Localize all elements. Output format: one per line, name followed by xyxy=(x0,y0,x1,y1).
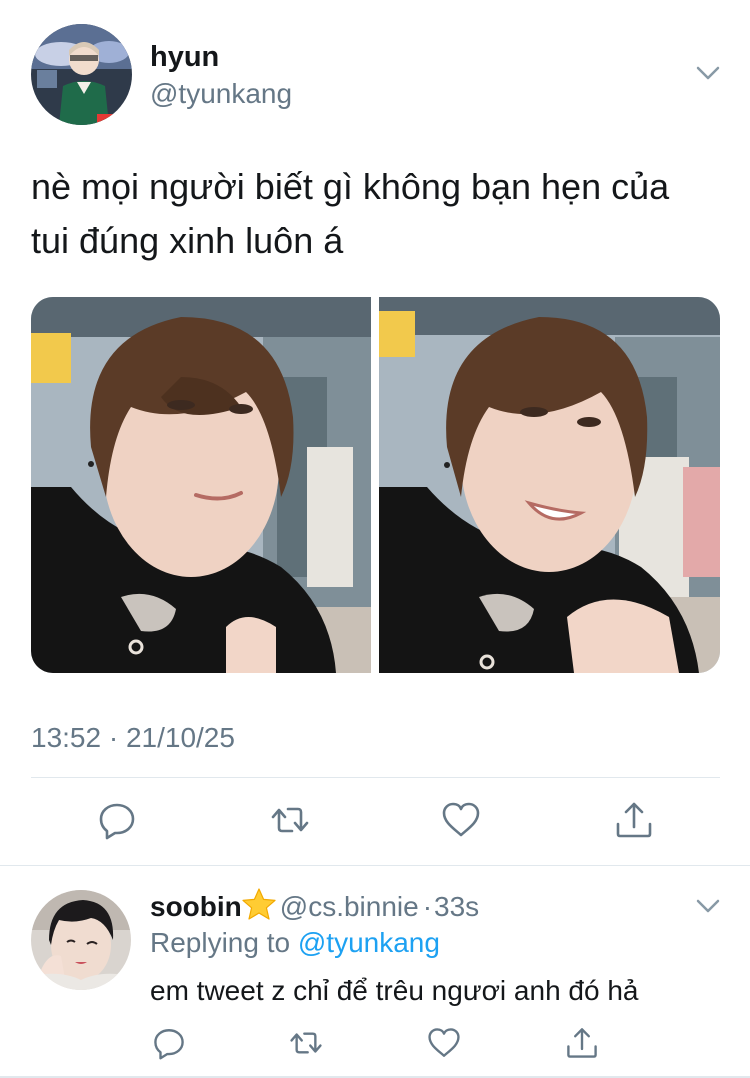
media-photo-2[interactable] xyxy=(379,297,720,673)
avatar[interactable] xyxy=(31,24,132,125)
tweet-media[interactable] xyxy=(31,297,720,673)
media-photo-1[interactable] xyxy=(31,297,371,673)
reply-tweet[interactable]: soobin @cs.binnie ·33s Replying to @tyunk… xyxy=(0,866,750,1078)
reply-time: 33s xyxy=(434,891,480,922)
avatar[interactable] xyxy=(31,890,131,990)
reply-text: em tweet z chỉ để trêu ngươi anh đó hả xyxy=(150,975,639,1006)
retweet-icon[interactable] xyxy=(289,1026,323,1060)
replying-to: Replying to @tyunkang xyxy=(150,926,440,960)
main-tweet: hyun @tyunkang nè mọi người biết gì khôn… xyxy=(0,0,750,866)
replying-to-label: Replying to xyxy=(150,927,291,958)
tweet-timestamp: 13:52 · 21/10/25 xyxy=(31,722,235,753)
star-icon xyxy=(242,888,276,920)
share-icon[interactable] xyxy=(614,800,654,840)
chevron-down-icon[interactable] xyxy=(694,892,722,920)
share-icon[interactable] xyxy=(565,1026,599,1060)
user-handle[interactable]: @tyunkang xyxy=(150,77,292,111)
divider xyxy=(31,777,720,778)
like-icon[interactable] xyxy=(441,800,481,840)
reply-icon[interactable] xyxy=(97,800,137,840)
like-icon[interactable] xyxy=(427,1026,461,1060)
user-handle[interactable]: @cs.binnie xyxy=(280,891,419,922)
reply-icon[interactable] xyxy=(152,1026,186,1060)
display-name[interactable]: soobin xyxy=(150,891,242,922)
retweet-icon[interactable] xyxy=(270,800,310,840)
tweet-text: nè mọi người biết gì không bạn hẹn của t… xyxy=(31,166,670,261)
separator-dot: · xyxy=(422,891,433,922)
reply-header: soobin @cs.binnie ·33s xyxy=(150,888,479,924)
replying-to-link[interactable]: @tyunkang xyxy=(298,927,440,958)
chevron-down-icon[interactable] xyxy=(694,59,722,87)
display-name[interactable]: hyun xyxy=(150,40,219,74)
